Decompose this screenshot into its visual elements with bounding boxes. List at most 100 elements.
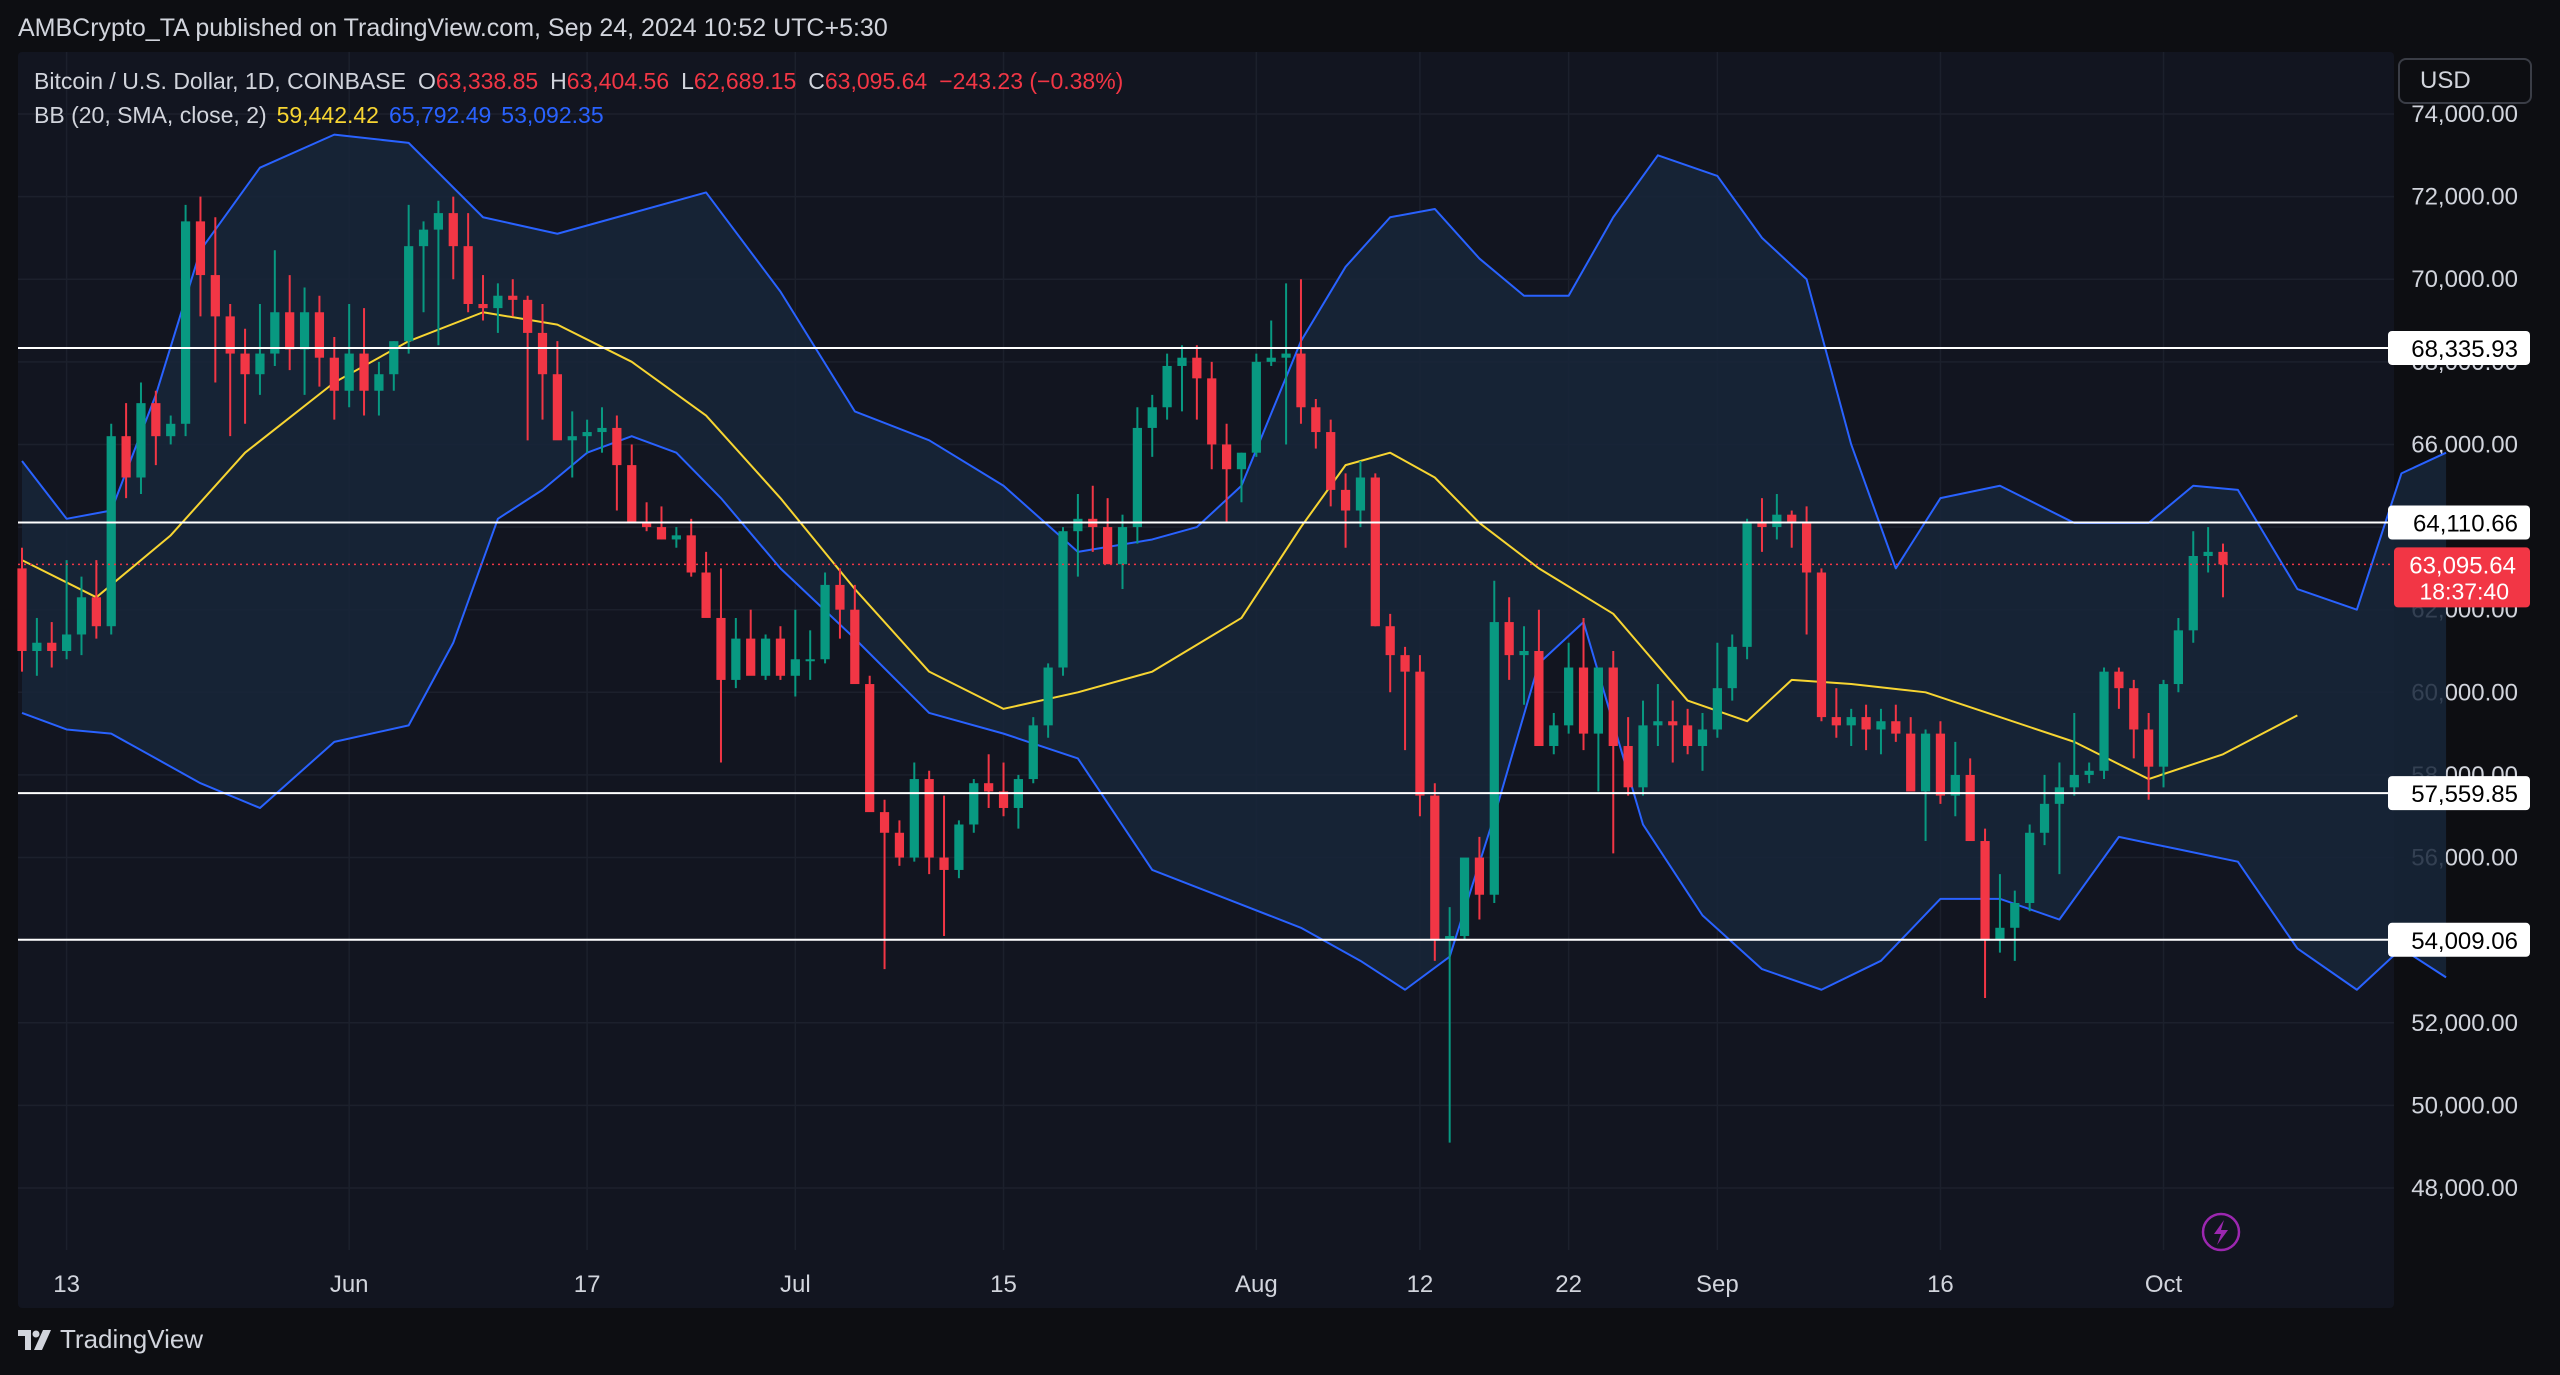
candle-body[interactable] <box>1236 452 1247 470</box>
candle-body[interactable] <box>166 423 176 437</box>
candle-body[interactable] <box>62 634 72 651</box>
candle-body[interactable] <box>1311 407 1321 433</box>
candle-body[interactable] <box>404 246 414 342</box>
candle-body[interactable] <box>433 213 444 230</box>
candle-body[interactable] <box>478 303 488 309</box>
currency-selector[interactable]: USD <box>2398 58 2532 104</box>
candle-body[interactable] <box>701 572 711 618</box>
candle-body[interactable] <box>448 213 458 247</box>
candle-body[interactable] <box>180 221 191 424</box>
candle-body[interactable] <box>1876 721 1886 730</box>
candle-body[interactable] <box>1980 841 1990 941</box>
candle-body[interactable] <box>1727 646 1737 689</box>
candle-body[interactable] <box>1474 857 1485 895</box>
candle-body[interactable] <box>2218 551 2228 565</box>
candle-body[interactable] <box>1355 477 1366 511</box>
candle-body[interactable] <box>1073 518 1083 532</box>
candle-body[interactable] <box>2129 688 2139 730</box>
candle-body[interactable] <box>1712 688 1722 730</box>
candle-body[interactable] <box>523 299 533 333</box>
candle-body[interactable] <box>2144 729 2154 767</box>
candle-body[interactable] <box>1132 427 1142 528</box>
candle-body[interactable] <box>329 357 339 391</box>
candle-body[interactable] <box>285 312 295 350</box>
candle-body[interactable] <box>1564 667 1574 726</box>
candle-body[interactable] <box>790 659 800 676</box>
candle-body[interactable] <box>1296 353 1306 408</box>
candle-body[interactable] <box>2173 630 2183 685</box>
candle-body[interactable] <box>2084 770 2094 775</box>
candle-body[interactable] <box>1489 622 1499 895</box>
candle-body[interactable] <box>805 659 815 662</box>
candle-body[interactable] <box>359 353 369 391</box>
candle-body[interactable] <box>76 597 87 635</box>
candle-body[interactable] <box>552 374 562 441</box>
candle-body[interactable] <box>1028 725 1038 780</box>
candle-body[interactable] <box>1816 572 1827 718</box>
candle-body[interactable] <box>909 779 919 858</box>
candle-body[interactable] <box>1177 357 1187 366</box>
candle-body[interactable] <box>1430 795 1440 941</box>
candle-body[interactable] <box>686 535 696 573</box>
candle-body[interactable] <box>1683 725 1693 747</box>
candle-body[interactable] <box>2039 803 2050 833</box>
candle-body[interactable] <box>671 535 681 540</box>
candle-body[interactable] <box>1608 667 1618 747</box>
candle-body[interactable] <box>894 832 905 858</box>
candle-body[interactable] <box>1192 357 1202 379</box>
candle-body[interactable] <box>1385 626 1395 656</box>
candle-body[interactable] <box>1103 527 1113 565</box>
candle-body[interactable] <box>984 783 994 792</box>
candle-body[interactable] <box>299 312 310 350</box>
candle-body[interactable] <box>2099 671 2109 771</box>
candle-body[interactable] <box>1326 432 1336 490</box>
candle-body[interactable] <box>850 609 860 685</box>
candle-body[interactable] <box>1906 733 1916 792</box>
candle-body[interactable] <box>2010 902 2020 928</box>
candle-body[interactable] <box>1221 444 1232 470</box>
candle-body[interactable] <box>760 638 771 676</box>
candle-body[interactable] <box>389 341 399 375</box>
candle-body[interactable] <box>820 584 830 660</box>
candle-body[interactable] <box>2188 555 2198 631</box>
candle-body[interactable] <box>240 353 250 375</box>
candle-body[interactable] <box>1891 721 1901 734</box>
candle-body[interactable] <box>954 824 964 870</box>
candle-body[interactable] <box>1861 717 1871 730</box>
candle-body[interactable] <box>627 465 637 523</box>
candle-body[interactable] <box>344 353 354 391</box>
candle-body[interactable] <box>924 779 934 858</box>
candle-body[interactable] <box>537 332 548 375</box>
candle-body[interactable] <box>1742 522 1752 647</box>
candle-body[interactable] <box>17 568 27 651</box>
candle-body[interactable] <box>1653 721 1663 726</box>
candle-body[interactable] <box>2054 787 2065 804</box>
candle-body[interactable] <box>1697 729 1708 747</box>
candle-body[interactable] <box>969 783 979 825</box>
candle-body[interactable] <box>32 642 42 651</box>
candle-body[interactable] <box>1519 651 1529 656</box>
candle-body[interactable] <box>731 638 741 680</box>
candle-body[interactable] <box>1623 746 1633 788</box>
candle-body[interactable] <box>136 403 146 478</box>
candle-body[interactable] <box>1400 655 1410 672</box>
candle-body[interactable] <box>1340 489 1351 511</box>
candle-body[interactable] <box>1995 927 2005 941</box>
candle-body[interactable] <box>1117 527 1128 565</box>
candle-body[interactable] <box>2158 684 2169 767</box>
candle-body[interactable] <box>1415 671 1425 796</box>
candle-body[interactable] <box>1058 531 1068 668</box>
tradingview-brand[interactable]: TradingView <box>18 1324 203 1355</box>
candle-body[interactable] <box>775 638 786 676</box>
candle-body[interactable] <box>879 812 890 833</box>
candle-body[interactable] <box>1757 522 1767 528</box>
candle-body[interactable] <box>1549 725 1559 747</box>
candle-body[interactable] <box>1266 357 1276 362</box>
candle-body[interactable] <box>1043 667 1053 726</box>
candle-body[interactable] <box>1846 717 1856 726</box>
candle-body[interactable] <box>418 229 429 247</box>
candle-body[interactable] <box>1147 407 1157 428</box>
candle-body[interactable] <box>47 642 57 651</box>
candle-body[interactable] <box>656 527 667 540</box>
candle-body[interactable] <box>746 638 756 676</box>
